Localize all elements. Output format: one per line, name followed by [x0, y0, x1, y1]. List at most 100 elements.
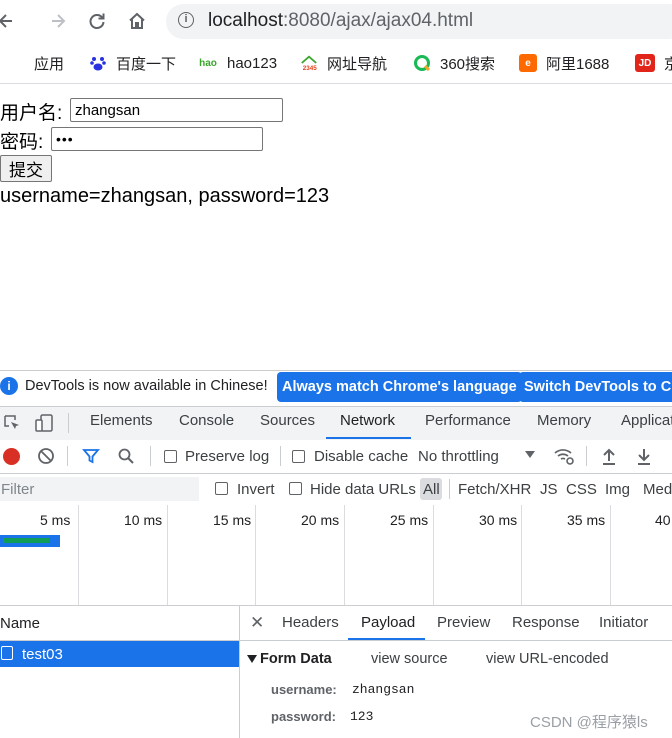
timeline-gridline: [167, 505, 168, 605]
request-name[interactable]: test03: [22, 646, 63, 663]
record-icon[interactable]: [3, 448, 20, 465]
disable-cache-checkbox[interactable]: [292, 450, 305, 463]
bookmark-label: 百度一下: [116, 55, 177, 73]
info-icon: i: [0, 377, 18, 395]
home-icon[interactable]: [124, 8, 150, 34]
preserve-log-label: Preserve log: [185, 448, 270, 465]
payload-key-username: username:: [271, 682, 337, 697]
type-filter-js[interactable]: JS: [540, 481, 558, 498]
alibaba-icon: e: [519, 54, 537, 72]
request-waterfall-bar: [0, 535, 60, 547]
tab-sources[interactable]: Sources: [260, 412, 315, 429]
timeline-gridline: [78, 505, 79, 605]
bookmark-1688[interactable]: e 阿里1688: [519, 52, 609, 74]
divider: [280, 446, 281, 466]
forward-icon[interactable]: [45, 8, 71, 34]
form-data-section-title[interactable]: Form Data: [260, 651, 332, 667]
watermark: CSDN @程序猿ls: [530, 714, 648, 731]
active-tab-indicator: [326, 437, 411, 439]
tab-preview[interactable]: Preview: [437, 614, 490, 631]
bookmark-jd[interactable]: JD 京: [635, 52, 672, 74]
name-column-header[interactable]: Name: [0, 615, 40, 632]
timeline-gridline: [433, 505, 434, 605]
svg-text:2345: 2345: [303, 65, 318, 72]
timeline-label: 30 ms: [479, 512, 518, 528]
tab-headers[interactable]: Headers: [282, 614, 339, 631]
submit-button[interactable]: 提交: [0, 155, 52, 182]
hao123-icon: hao: [199, 57, 217, 69]
divider: [586, 446, 587, 466]
type-filter-media[interactable]: Med: [643, 481, 672, 498]
invert-label: Invert: [237, 481, 275, 498]
timeline-label: 25 ms: [390, 512, 429, 528]
password-label: 密码:: [0, 132, 44, 153]
site-info-icon[interactable]: i: [178, 12, 194, 28]
tab-payload[interactable]: Payload: [361, 614, 415, 631]
view-source-link[interactable]: view source: [371, 651, 448, 667]
username-input[interactable]: [70, 98, 283, 122]
inspect-element-icon[interactable]: [2, 413, 22, 438]
type-filter-fetch-xhr[interactable]: Fetch/XHR: [458, 481, 531, 498]
timeline-label: 10 ms: [124, 512, 163, 528]
view-url-encoded-link[interactable]: view URL-encoded: [486, 651, 609, 667]
baidu-paw-icon: [89, 54, 107, 72]
apps-grid-icon: [9, 55, 25, 71]
bookmark-2345[interactable]: 2345 网址导航: [300, 52, 387, 74]
match-language-button[interactable]: Always match Chrome's language: [277, 372, 522, 402]
payload-value-password: 123: [350, 709, 374, 724]
disable-cache-label: Disable cache: [314, 448, 409, 465]
bookmark-apps[interactable]: 应用: [9, 52, 64, 74]
reload-icon[interactable]: [84, 8, 110, 34]
active-detail-tab-indicator: [348, 638, 425, 640]
tab-elements[interactable]: Elements: [90, 412, 153, 429]
filter-funnel-icon[interactable]: [82, 447, 100, 470]
type-filter-img[interactable]: Img: [605, 481, 630, 498]
switch-language-button[interactable]: Switch DevTools to Ch: [519, 372, 672, 402]
url-text[interactable]: localhost:8080/ajax/ajax04.html: [208, 10, 473, 32]
timeline-gridline: [610, 505, 611, 605]
back-icon[interactable]: [0, 8, 19, 34]
bookmark-label: hao123: [227, 54, 278, 72]
timeline-gridline: [255, 505, 256, 605]
network-conditions-icon[interactable]: [553, 446, 575, 471]
bookmark-label: 阿里1688: [546, 55, 610, 73]
expand-triangle-icon[interactable]: [247, 655, 257, 663]
divider: [150, 446, 151, 466]
tab-response[interactable]: Response: [512, 614, 580, 631]
bookmark-hao123[interactable]: hao hao123: [198, 52, 277, 74]
upload-icon[interactable]: [600, 446, 618, 471]
tab-performance[interactable]: Performance: [425, 412, 511, 429]
timeline-label: 40: [655, 512, 671, 528]
divider: [67, 446, 68, 466]
divider: [68, 413, 69, 433]
search-icon[interactable]: [117, 447, 135, 470]
invert-checkbox[interactable]: [215, 482, 228, 495]
timeline-label: 5 ms: [40, 512, 71, 528]
divider: [449, 479, 450, 499]
throttling-select[interactable]: No throttling: [418, 448, 499, 465]
bookmark-360[interactable]: 360搜索: [413, 52, 495, 74]
tab-application[interactable]: Applicati: [621, 412, 672, 429]
device-toolbar-icon[interactable]: [34, 413, 54, 438]
chevron-down-icon[interactable]: [525, 451, 535, 458]
hide-data-urls-checkbox[interactable]: [289, 482, 302, 495]
timeline-gridline: [344, 505, 345, 605]
password-input[interactable]: •••: [51, 127, 263, 151]
filter-input[interactable]: [0, 477, 199, 501]
tab-console[interactable]: Console: [179, 412, 234, 429]
tab-memory[interactable]: Memory: [537, 412, 591, 429]
tab-network[interactable]: Network: [340, 412, 395, 429]
bookmark-label: 网址导航: [327, 55, 388, 73]
banner-message: DevTools is now available in Chinese!: [25, 378, 268, 394]
tab-initiator[interactable]: Initiator: [599, 614, 648, 631]
ajax-result-text: username=zhangsan, password=123: [0, 185, 330, 207]
download-icon[interactable]: [635, 446, 653, 471]
bookmark-label: 京: [664, 55, 672, 73]
type-filter-css[interactable]: CSS: [566, 481, 597, 498]
type-filter-all[interactable]: All: [423, 481, 440, 498]
bookmark-baidu[interactable]: 百度一下: [89, 52, 176, 74]
close-icon[interactable]: ✕: [250, 613, 264, 633]
clear-icon[interactable]: [37, 447, 55, 470]
document-icon: [1, 646, 13, 660]
preserve-log-checkbox[interactable]: [164, 450, 177, 463]
